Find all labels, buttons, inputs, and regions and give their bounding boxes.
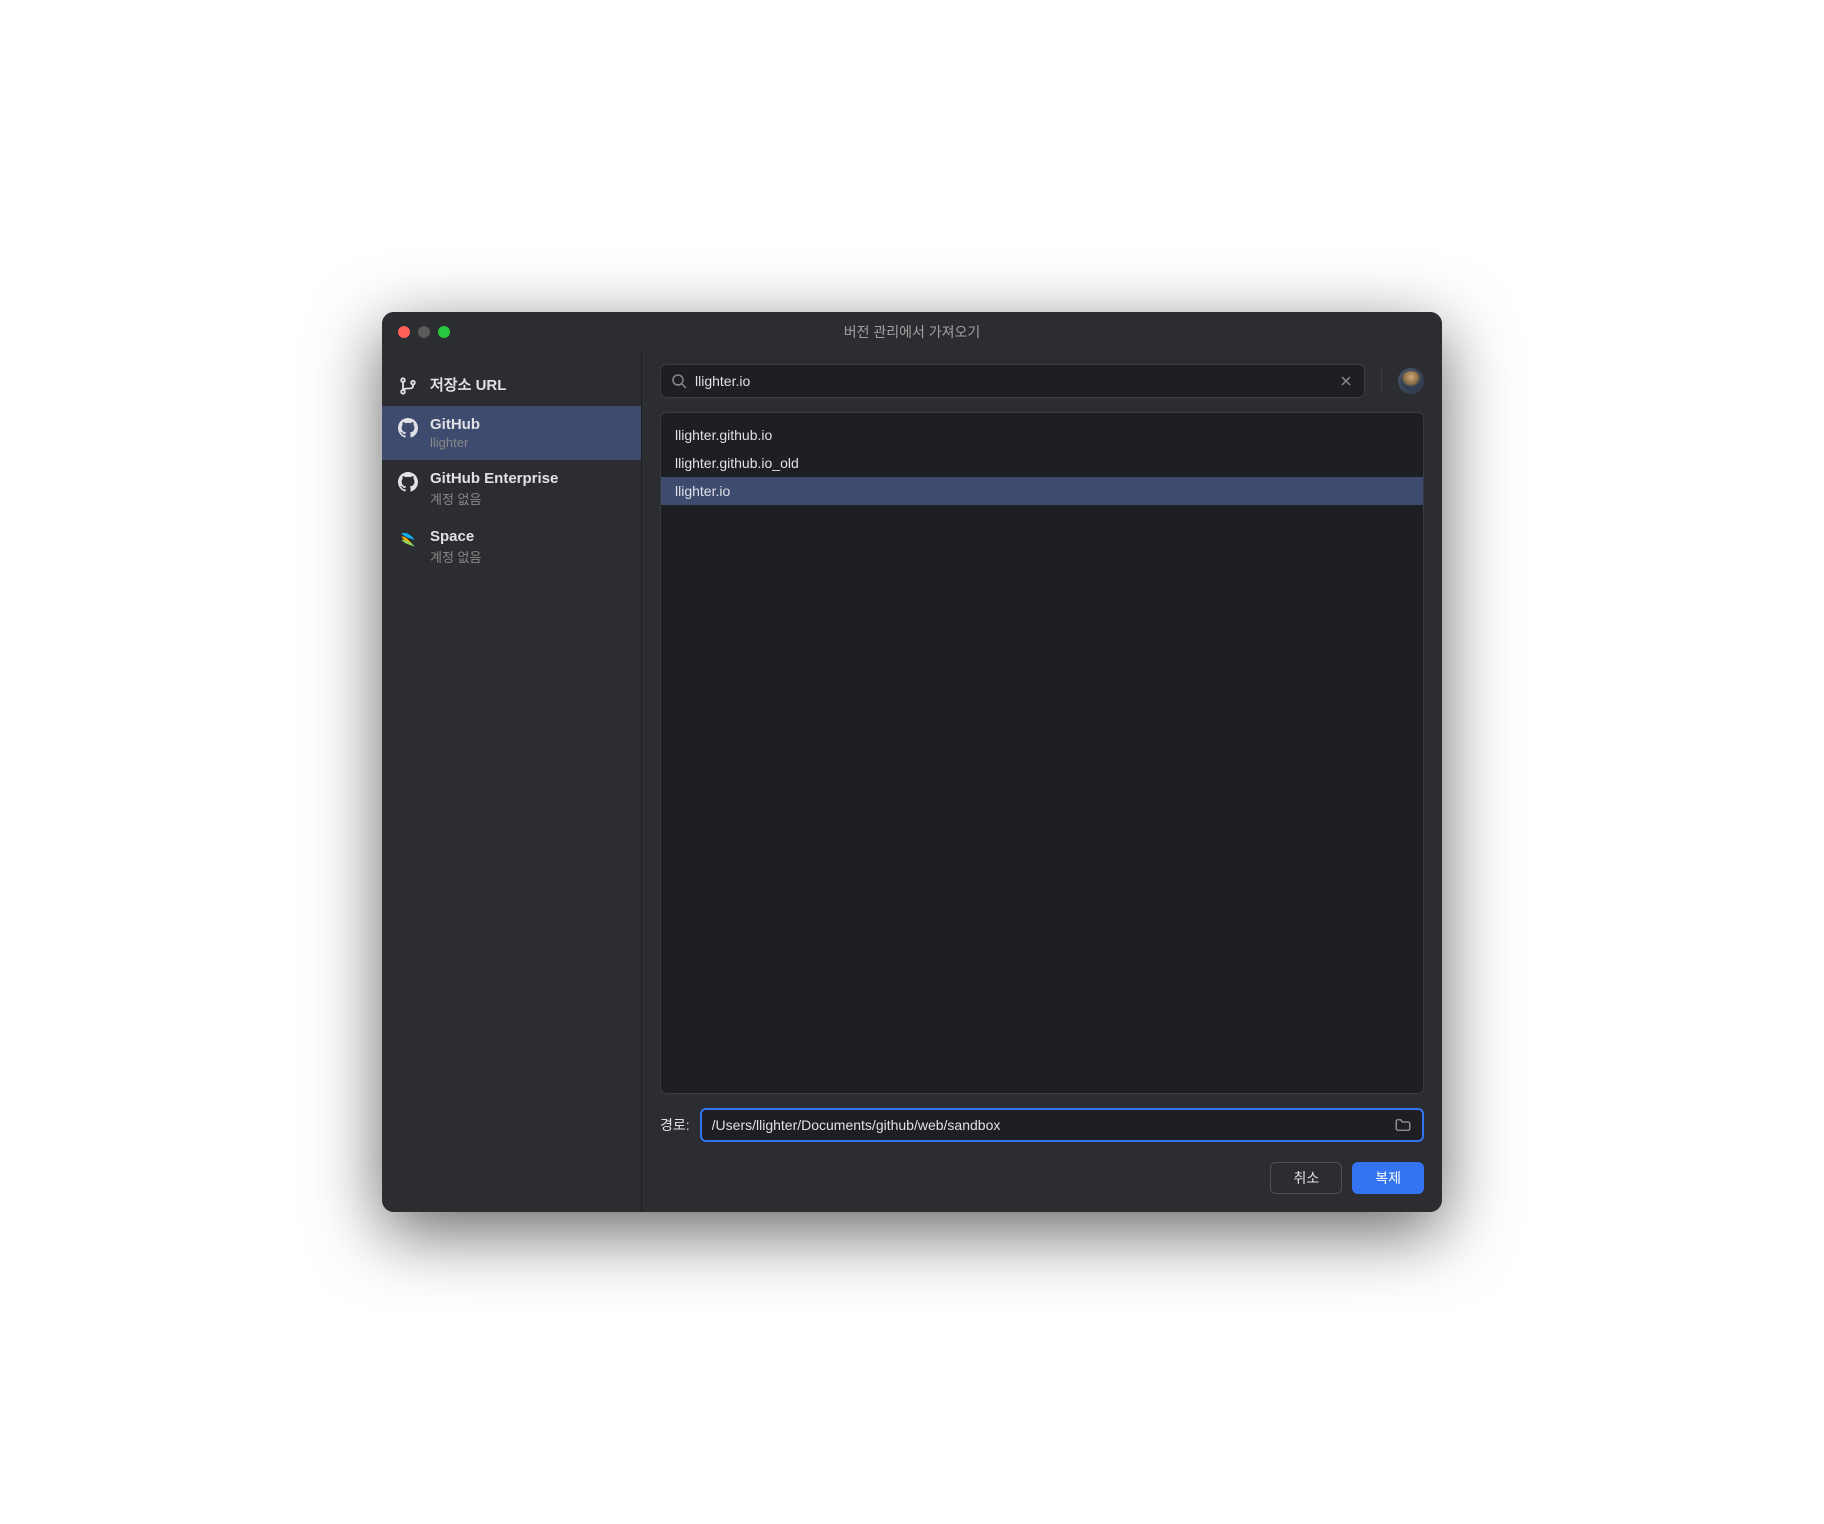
space-icon: [398, 530, 418, 550]
list-item[interactable]: llighter.github.io_old: [661, 449, 1423, 477]
list-item[interactable]: llighter.github.io: [661, 421, 1423, 449]
divider: [1381, 368, 1382, 394]
path-label: 경로:: [660, 1115, 690, 1135]
sidebar-text: Space 계정 없음: [430, 528, 481, 566]
search-icon: [671, 373, 687, 389]
window-maximize-button[interactable]: [438, 326, 450, 338]
sidebar-item-label: 저장소 URL: [430, 374, 506, 395]
sidebar-text: GitHub llighter: [430, 416, 480, 450]
list-item[interactable]: llighter.io: [661, 477, 1423, 505]
window-close-button[interactable]: [398, 326, 410, 338]
sidebar-item-repo-url[interactable]: 저장소 URL: [382, 364, 641, 406]
search-input[interactable]: [695, 373, 1330, 389]
sidebar-item-subtitle: 계정 없음: [430, 547, 481, 566]
search-row: [660, 364, 1424, 398]
path-row: 경로:: [660, 1108, 1424, 1142]
button-row: 취소 복제: [660, 1162, 1424, 1194]
github-icon: [398, 472, 418, 492]
sidebar-text: GitHub Enterprise 계정 없음: [430, 470, 558, 508]
search-box[interactable]: [660, 364, 1365, 398]
path-input-wrap[interactable]: [700, 1108, 1424, 1142]
folder-icon[interactable]: [1394, 1116, 1412, 1134]
cancel-button[interactable]: 취소: [1270, 1162, 1342, 1194]
main-panel: llighter.github.io llighter.github.io_ol…: [642, 352, 1442, 1212]
window-minimize-button[interactable]: [418, 326, 430, 338]
sidebar-item-github[interactable]: GitHub llighter: [382, 406, 641, 460]
sidebar-item-label: GitHub Enterprise: [430, 470, 558, 487]
sidebar-item-label: Space: [430, 528, 481, 545]
content: 저장소 URL GitHub llighter: [382, 352, 1442, 1212]
titlebar: 버전 관리에서 가져오기: [382, 312, 1442, 352]
traffic-lights: [382, 326, 450, 338]
clear-icon[interactable]: [1338, 373, 1354, 389]
window-title: 버전 관리에서 가져오기: [382, 322, 1442, 342]
sidebar-item-subtitle: 계정 없음: [430, 489, 558, 508]
sidebar-item-subtitle: llighter: [430, 435, 480, 450]
github-icon: [398, 418, 418, 438]
sidebar-item-label: GitHub: [430, 416, 480, 433]
results-list: llighter.github.io llighter.github.io_ol…: [660, 412, 1424, 1094]
branch-icon: [398, 376, 418, 396]
avatar[interactable]: [1398, 368, 1424, 394]
sidebar: 저장소 URL GitHub llighter: [382, 352, 642, 1212]
sidebar-text: 저장소 URL: [430, 374, 506, 395]
sidebar-item-github-enterprise[interactable]: GitHub Enterprise 계정 없음: [382, 460, 641, 518]
sidebar-item-space[interactable]: Space 계정 없음: [382, 518, 641, 576]
path-input[interactable]: [712, 1117, 1394, 1133]
clone-button[interactable]: 복제: [1352, 1162, 1424, 1194]
vcs-import-dialog: 버전 관리에서 가져오기 저장소 URL: [382, 312, 1442, 1212]
